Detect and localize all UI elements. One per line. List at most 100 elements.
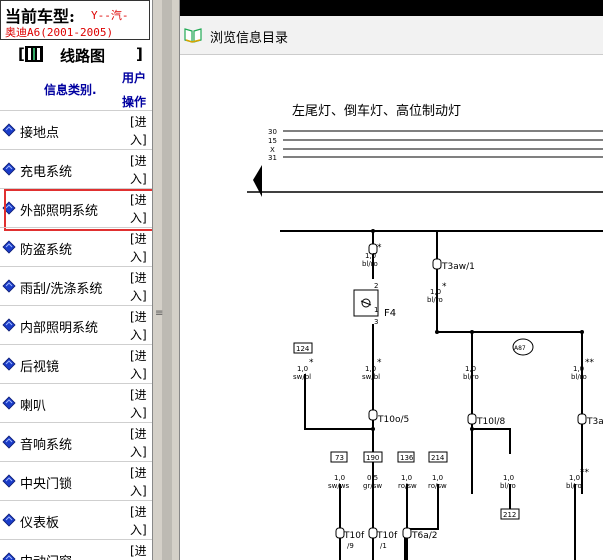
diamond-book-icon bbox=[2, 123, 16, 137]
enter-link-line2[interactable]: 入] bbox=[130, 482, 147, 499]
svg-text:bl/ro: bl/ro bbox=[463, 373, 479, 381]
bus-lines: 30 15 X 31 bbox=[268, 128, 603, 162]
sidebar-header: 信息类别. 用户 操作 bbox=[0, 66, 152, 110]
enter-link-line2[interactable]: 入] bbox=[130, 248, 147, 265]
category-label[interactable]: 仪表板 bbox=[20, 512, 59, 531]
svg-text:sw/ws: sw/ws bbox=[328, 482, 349, 490]
svg-text:136: 136 bbox=[400, 454, 414, 462]
svg-text:*: * bbox=[377, 243, 382, 253]
category-row: 防盗系统 [进 入] bbox=[0, 227, 152, 266]
svg-text:73: 73 bbox=[335, 454, 344, 462]
bus-label-x: X bbox=[270, 146, 275, 154]
label-f4: F4 bbox=[384, 308, 396, 319]
category-row: 充电系统 [进 入] bbox=[0, 149, 152, 188]
svg-text:**: ** bbox=[580, 468, 590, 478]
category-label[interactable]: 内部照明系统 bbox=[20, 317, 98, 336]
switch-f4: 2 1 3 F4 bbox=[353, 282, 396, 326]
category-row: 仪表板 [进 入] bbox=[0, 500, 152, 539]
svg-text:bl/ro: bl/ro bbox=[427, 296, 443, 304]
svg-text:gr/sw: gr/sw bbox=[363, 482, 382, 490]
svg-text:1,0: 1,0 bbox=[297, 365, 308, 373]
svg-text:*: * bbox=[377, 358, 382, 368]
switch-pin-3: 3 bbox=[374, 318, 378, 326]
category-row: 雨刮/洗涤系统 [进 入] bbox=[0, 266, 152, 305]
category-label[interactable]: 防盗系统 bbox=[20, 239, 72, 258]
svg-text:1,0: 1,0 bbox=[401, 474, 412, 482]
category-label[interactable]: 中央门锁 bbox=[20, 473, 72, 492]
category-label[interactable]: 雨刮/洗涤系统 bbox=[20, 278, 102, 297]
enter-link-line2[interactable]: 入] bbox=[130, 131, 147, 148]
vehicle-value-line1: Y--汽- bbox=[91, 9, 129, 22]
selection-highlight bbox=[4, 189, 152, 231]
wiring-diagram-svg: 左尾灯、倒车灯、高位制动灯 30 15 X 31 2 1 3 F4 A87 1,… bbox=[247, 103, 603, 560]
switch-pin-1: 1 bbox=[374, 306, 378, 314]
category-label[interactable]: 接地点 bbox=[20, 122, 59, 141]
enter-link[interactable]: [进 bbox=[130, 113, 147, 130]
category-label[interactable]: 充电系统 bbox=[20, 161, 72, 180]
category-row: 音响系统 [进 入] bbox=[0, 422, 152, 461]
svg-text:214: 214 bbox=[431, 454, 445, 462]
svg-text:1,0: 1,0 bbox=[365, 365, 376, 373]
enter-link[interactable]: [进 bbox=[130, 386, 147, 403]
enter-link-line2[interactable]: 入] bbox=[130, 443, 147, 460]
enter-link[interactable]: [进 bbox=[130, 230, 147, 247]
content-title-bar: 浏览信息目录 bbox=[180, 16, 603, 55]
bus-label-30: 30 bbox=[268, 128, 277, 136]
svg-text:1,0: 1,0 bbox=[569, 474, 580, 482]
enter-link[interactable]: [进 bbox=[130, 269, 147, 286]
category-row: 中动门窗[进入] bbox=[0, 539, 152, 560]
diamond-book-icon bbox=[2, 435, 16, 449]
header-user-line1: 用户 bbox=[122, 71, 147, 85]
svg-text:ro/sw: ro/sw bbox=[428, 482, 447, 490]
svg-text:T10l/8: T10l/8 bbox=[476, 417, 505, 427]
svg-text:124: 124 bbox=[296, 345, 310, 353]
svg-text:bl/ro: bl/ro bbox=[500, 482, 516, 490]
ground-marks bbox=[371, 229, 584, 431]
category-row: 喇叭 [进 入] bbox=[0, 383, 152, 422]
enter-link[interactable]: [进 bbox=[130, 308, 147, 325]
svg-text:bl/ro: bl/ro bbox=[566, 482, 582, 490]
category-label[interactable]: 喇叭 bbox=[20, 395, 46, 414]
enter-link[interactable]: [进 bbox=[130, 464, 147, 481]
enter-link-line2[interactable]: 入] bbox=[130, 365, 147, 382]
svg-text:sw/bl: sw/bl bbox=[362, 373, 380, 381]
svg-text:T10f: T10f bbox=[343, 531, 365, 541]
diamond-book-icon bbox=[2, 552, 16, 560]
current-vehicle-box: 当前车型: Y--汽- 奥迪A6(2001-2005) bbox=[0, 0, 150, 40]
header-user-line2: 操作 bbox=[122, 95, 147, 109]
svg-text:/9: /9 bbox=[347, 542, 354, 550]
diamond-book-icon bbox=[2, 162, 16, 176]
diamond-book-icon bbox=[2, 318, 16, 332]
enter-link[interactable]: [进 bbox=[130, 152, 147, 169]
svg-text:1,0: 1,0 bbox=[334, 474, 345, 482]
wiring-book-icon bbox=[25, 46, 43, 62]
category-label[interactable]: 音响系统 bbox=[20, 434, 72, 453]
svg-text:T10o/5: T10o/5 bbox=[377, 415, 409, 425]
category-label[interactable]: 中动门窗 bbox=[20, 551, 72, 560]
enter-link-line2[interactable]: 入] bbox=[130, 170, 147, 187]
vehicle-value-line2: 奥迪A6(2001-2005) bbox=[5, 26, 114, 39]
svg-text:**: ** bbox=[585, 358, 595, 368]
svg-text:0,5: 0,5 bbox=[367, 474, 378, 482]
svg-text:1,0: 1,0 bbox=[432, 474, 443, 482]
category-row: 中央门锁 [进 入] bbox=[0, 461, 152, 500]
svg-text:ro/sw: ro/sw bbox=[398, 482, 417, 490]
enter-link-line2[interactable]: 入] bbox=[130, 521, 147, 538]
enter-link[interactable]: [进 bbox=[130, 347, 147, 364]
enter-link-line2[interactable]: 入] bbox=[130, 404, 147, 421]
svg-text:T6a/2: T6a/2 bbox=[411, 531, 438, 541]
svg-text:bl/ro: bl/ro bbox=[571, 373, 587, 381]
svg-text:1,0: 1,0 bbox=[573, 365, 584, 373]
splitter-grip-icon[interactable]: ≡ bbox=[155, 308, 163, 319]
enter-link[interactable]: [进 bbox=[130, 503, 147, 520]
svg-text:T3aw/1: T3aw/1 bbox=[441, 262, 475, 272]
pane-splitter[interactable]: ≡ bbox=[152, 0, 180, 560]
enter-link-line2[interactable]: 入] bbox=[130, 287, 147, 304]
category-label[interactable]: 后视镜 bbox=[20, 356, 59, 375]
label-a87: A87 bbox=[514, 345, 526, 352]
enter-link[interactable]: [进 bbox=[130, 542, 147, 559]
enter-link-line2[interactable]: 入] bbox=[130, 326, 147, 343]
svg-text:bl/ro: bl/ro bbox=[362, 260, 378, 268]
relay-a87: A87 bbox=[512, 338, 534, 356]
enter-link[interactable]: [进 bbox=[130, 425, 147, 442]
